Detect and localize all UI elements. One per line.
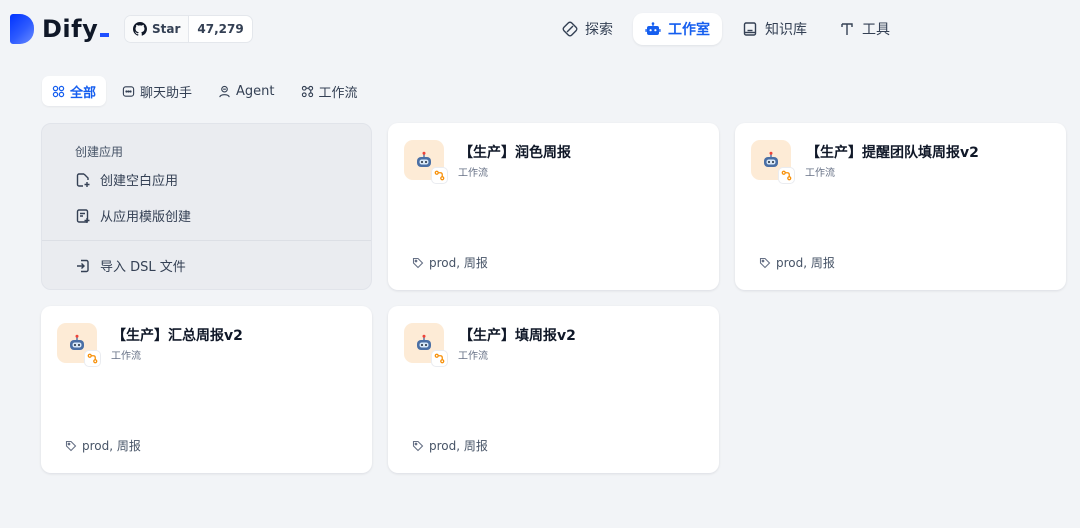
create-blank-app-label: 创建空白应用 <box>100 174 179 189</box>
nav-knowledge-label: 知识库 <box>765 22 807 38</box>
nav-studio-label: 工作室 <box>668 22 710 38</box>
tab-chat[interactable]: 聊天助手 <box>112 76 202 106</box>
robot-app-icon <box>70 334 84 350</box>
app-tags[interactable]: prod, 周报 <box>412 437 488 454</box>
create-from-template-button[interactable]: 从应用模版创建 <box>75 206 191 225</box>
top-bar: Dify Star 47,279 探索 工作室 知识库 工具 <box>0 0 1080 58</box>
tab-chat-label: 聊天助手 <box>140 85 193 101</box>
app-type: 工作流 <box>805 168 835 179</box>
app-name: 【生产】提醒团队填周报v2 <box>806 145 979 161</box>
workflow-badge-icon <box>434 170 445 181</box>
workflow-badge-icon <box>434 353 445 364</box>
hammer-icon <box>841 23 853 35</box>
github-star-button[interactable]: Star 47,279 <box>124 15 253 43</box>
tab-agent-label: Agent <box>236 83 275 99</box>
book-icon <box>743 22 757 36</box>
file-template-icon <box>76 208 90 223</box>
main-nav: 探索 工作室 知识库 工具 <box>550 13 902 45</box>
import-icon <box>77 259 89 272</box>
app-name: 【生产】汇总周报v2 <box>112 328 243 344</box>
app-name: 【生产】填周报v2 <box>459 328 576 344</box>
app-type: 工作流 <box>458 168 488 179</box>
github-star-count: 47,279 <box>197 22 244 36</box>
app-tags-label: prod, 周报 <box>429 439 488 453</box>
create-app-card: 创建应用 创建空白应用 从应用模版创建 导入 DSL 文件 <box>41 123 372 290</box>
create-app-title: 创建应用 <box>75 145 124 159</box>
workflow-badge-icon <box>87 353 98 364</box>
chat-icon <box>122 85 135 97</box>
app-type-tabs: 全部 聊天助手 Agent 工作流 <box>42 76 368 106</box>
create-from-template-label: 从应用模版创建 <box>100 210 192 225</box>
create-blank-app-button[interactable]: 创建空白应用 <box>75 170 178 189</box>
logo-mark-icon <box>10 14 34 44</box>
tab-workflow-label: 工作流 <box>318 85 358 101</box>
nav-knowledge[interactable]: 知识库 <box>730 13 819 45</box>
app-tags[interactable]: prod, 周报 <box>759 254 835 271</box>
app-card[interactable]: 【生产】提醒团队填周报v2 工作流 prod, 周报 <box>735 123 1066 290</box>
tag-icon <box>65 440 77 451</box>
tab-agent[interactable]: Agent <box>208 76 284 106</box>
app-name: 【生产】润色周报 <box>459 145 571 161</box>
robot-app-icon <box>417 151 431 167</box>
app-tags-label: prod, 周报 <box>82 439 141 453</box>
file-plus-icon <box>76 172 90 187</box>
app-card[interactable]: 【生产】汇总周报v2 工作流 prod, 周报 <box>41 306 372 473</box>
github-icon <box>133 22 147 36</box>
dify-logo[interactable]: Dify <box>10 14 110 44</box>
tab-all-label: 全部 <box>70 85 97 101</box>
logo-cursor-icon <box>100 33 110 37</box>
tag-icon <box>759 257 771 268</box>
workflow-icon <box>301 85 313 97</box>
robot-app-icon <box>764 151 778 167</box>
app-tags[interactable]: prod, 周报 <box>65 437 141 454</box>
app-type: 工作流 <box>458 351 488 362</box>
workflow-badge <box>84 350 101 367</box>
import-dsl-label: 导入 DSL 文件 <box>100 260 186 275</box>
tag-icon <box>412 257 424 268</box>
grid-icon <box>52 85 65 97</box>
brand-name: Dify <box>42 15 99 43</box>
app-tags[interactable]: prod, 周报 <box>412 254 488 271</box>
tag-icon <box>412 440 424 451</box>
robot-app-icon <box>417 334 431 350</box>
tab-workflow[interactable]: 工作流 <box>291 76 368 106</box>
workflow-badge <box>778 167 795 184</box>
workflow-badge <box>431 167 448 184</box>
github-star-label: Star <box>152 22 181 36</box>
nav-tools[interactable]: 工具 <box>827 13 902 45</box>
nav-explore[interactable]: 探索 <box>550 13 625 45</box>
app-tags-label: prod, 周报 <box>776 256 835 270</box>
compass-icon <box>562 21 578 37</box>
workflow-badge-icon <box>781 170 792 181</box>
app-tags-label: prod, 周报 <box>429 256 488 270</box>
nav-explore-label: 探索 <box>585 22 613 38</box>
import-dsl-button[interactable]: 导入 DSL 文件 <box>75 256 186 275</box>
app-card[interactable]: 【生产】润色周报 工作流 prod, 周报 <box>388 123 719 290</box>
robot-icon <box>645 22 661 35</box>
agent-icon <box>219 85 230 97</box>
nav-studio[interactable]: 工作室 <box>633 13 722 45</box>
tab-all[interactable]: 全部 <box>42 76 107 106</box>
workflow-badge <box>431 350 448 367</box>
nav-tools-label: 工具 <box>862 22 890 38</box>
app-card[interactable]: 【生产】填周报v2 工作流 prod, 周报 <box>388 306 719 473</box>
create-divider <box>42 240 371 241</box>
app-type: 工作流 <box>111 351 141 362</box>
